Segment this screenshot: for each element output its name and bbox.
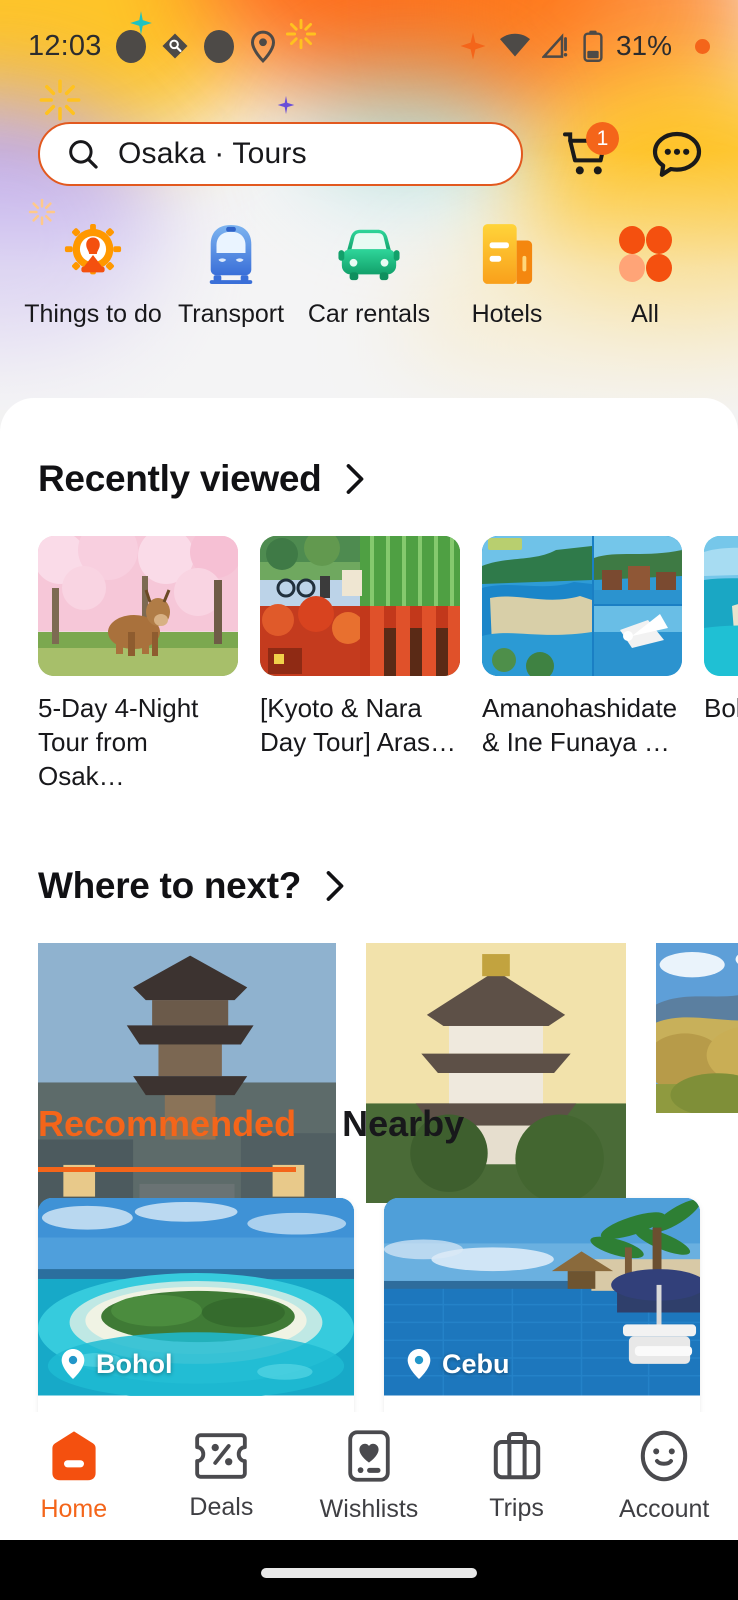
product-location-label: Cebu <box>442 1348 510 1379</box>
battery-percent-label: 31% <box>615 30 672 61</box>
item-title: 5-Day 4-Night Tour from Osak… <box>38 693 199 791</box>
heart-card-icon <box>348 1429 390 1482</box>
section-title: Recently viewed <box>38 458 322 499</box>
percent-ticket-icon <box>195 1432 248 1479</box>
product-image: Cebu <box>384 1198 700 1398</box>
hotel-icon <box>475 222 539 286</box>
thumbnail-image <box>260 536 460 676</box>
nav-label: Trips <box>489 1493 544 1522</box>
search-input[interactable]: Osaka · Tours <box>38 122 523 186</box>
destination-avatar <box>656 943 738 1114</box>
bottom-navigation: Home Deals Wishlists Trips Account <box>0 1412 738 1540</box>
nav-label: Deals <box>189 1492 254 1521</box>
chat-bubble-icon <box>652 131 702 177</box>
category-label: Car rentals <box>307 300 431 328</box>
ferris-wheel-icon <box>61 222 125 286</box>
search-header: Osaka · Tours 1 <box>0 118 738 190</box>
location-pin-icon <box>250 30 275 63</box>
product-image: Bohol <box>38 1198 354 1398</box>
category-hotels[interactable]: Hotels <box>438 222 576 329</box>
car-icon <box>337 222 401 286</box>
smiley-face-icon <box>640 1430 688 1481</box>
nav-label: Account <box>619 1494 710 1523</box>
category-label: All <box>631 300 659 328</box>
battery-icon <box>583 30 603 62</box>
status-bar: 12:03 31% <box>0 0 738 92</box>
location-pin-icon <box>407 1349 431 1380</box>
gesture-pill[interactable] <box>261 1568 477 1578</box>
tab-recommended[interactable]: Recommended <box>38 1103 297 1173</box>
nav-label: Wishlists <box>319 1494 419 1523</box>
camera-indicator-dot <box>695 38 710 54</box>
recently-viewed-item[interactable]: Boh… Lun… <box>704 536 738 793</box>
cellular-signal-icon <box>541 33 568 58</box>
nav-trips[interactable]: Trips <box>443 1430 591 1523</box>
category-label: Hotels <box>471 300 543 328</box>
home-tag-icon <box>52 1430 96 1480</box>
chat-button[interactable] <box>651 126 703 182</box>
notification-dot-icon <box>115 29 146 63</box>
nav-label: Home <box>40 1494 108 1523</box>
sparkle-icon <box>460 32 486 60</box>
recently-viewed-item[interactable]: [Kyoto & Nara Day Tour] Aras… <box>260 536 460 793</box>
search-icon <box>69 140 98 169</box>
search-badge-icon <box>162 33 188 59</box>
tab-nearby[interactable]: Nearby <box>342 1103 464 1172</box>
nav-deals[interactable]: Deals <box>148 1431 296 1522</box>
nav-wishlists[interactable]: Wishlists <box>295 1429 443 1524</box>
section-title: Where to next? <box>38 865 302 907</box>
chevron-right-icon <box>326 871 344 902</box>
destination-chip[interactable]: Osaka <box>366 943 626 1204</box>
thumbnail-image <box>38 536 238 676</box>
cart-badge-count: 1 <box>586 122 619 155</box>
thumbnail-image <box>482 536 682 676</box>
product-location-badge: Cebu <box>406 1348 510 1380</box>
destination-chip[interactable]: Keep exploring Kyoto <box>38 943 336 1242</box>
category-label: Things to do <box>24 300 162 328</box>
train-icon <box>199 222 263 286</box>
destination-chip[interactable]: B <box>656 943 738 1114</box>
status-bar-clock: 12:03 <box>28 29 102 62</box>
content-tabs: Recommended Nearby <box>0 1103 738 1173</box>
system-gesture-bar <box>0 1540 738 1600</box>
where-to-next-section: Where to next? <box>0 865 738 1242</box>
recently-viewed-section: Recently viewed 5-Day 4-Night Tour from … <box>0 458 738 793</box>
category-all[interactable]: All <box>576 222 714 329</box>
location-pin-icon <box>61 1349 85 1380</box>
category-transport[interactable]: Transport <box>162 222 300 329</box>
item-title: Boh… Lun… <box>704 693 738 723</box>
notification-dot-icon <box>203 29 234 63</box>
category-label: Transport <box>177 300 285 328</box>
category-car-rentals[interactable]: Car rentals <box>300 222 438 329</box>
wifi-icon <box>499 33 530 57</box>
category-shortcuts: Things to do Transport Car rentals Hotel… <box>0 222 738 329</box>
recently-viewed-item[interactable]: 5-Day 4-Night Tour from Osak… <box>38 536 238 793</box>
content-sheet: Recently viewed 5-Day 4-Night Tour from … <box>0 398 738 1458</box>
cart-button[interactable]: 1 <box>561 122 619 182</box>
search-query-text: Osaka · Tours <box>118 137 307 170</box>
destination-avatar <box>366 943 626 1204</box>
suitcase-icon <box>493 1431 540 1479</box>
where-to-next-header[interactable]: Where to next? <box>0 865 738 907</box>
nav-home[interactable]: Home <box>0 1429 148 1524</box>
recently-viewed-list[interactable]: 5-Day 4-Night Tour from Osak… [Kyoto & N… <box>0 536 738 793</box>
nav-account[interactable]: Account <box>590 1429 738 1524</box>
category-things-to-do[interactable]: Things to do <box>24 222 162 329</box>
app-screen: 12:03 31% Osaka · Tours 1 Things to do T… <box>0 0 738 1600</box>
product-location-badge: Bohol <box>60 1348 172 1380</box>
thumbnail-image <box>704 536 738 676</box>
destination-avatar <box>38 943 336 1242</box>
product-location-label: Bohol <box>96 1348 173 1379</box>
recently-viewed-item[interactable]: Amanohashidate & Ine Funaya … <box>482 536 682 793</box>
item-title: Amanohashidate & Ine Funaya … <box>482 693 678 757</box>
destination-chip-list[interactable]: Keep exploring Kyoto <box>0 943 738 1242</box>
grid-dots-icon <box>613 222 677 286</box>
item-title: [Kyoto & Nara Day Tour] Aras… <box>260 693 457 757</box>
chevron-right-icon <box>347 464 364 494</box>
recently-viewed-header[interactable]: Recently viewed <box>0 458 738 500</box>
